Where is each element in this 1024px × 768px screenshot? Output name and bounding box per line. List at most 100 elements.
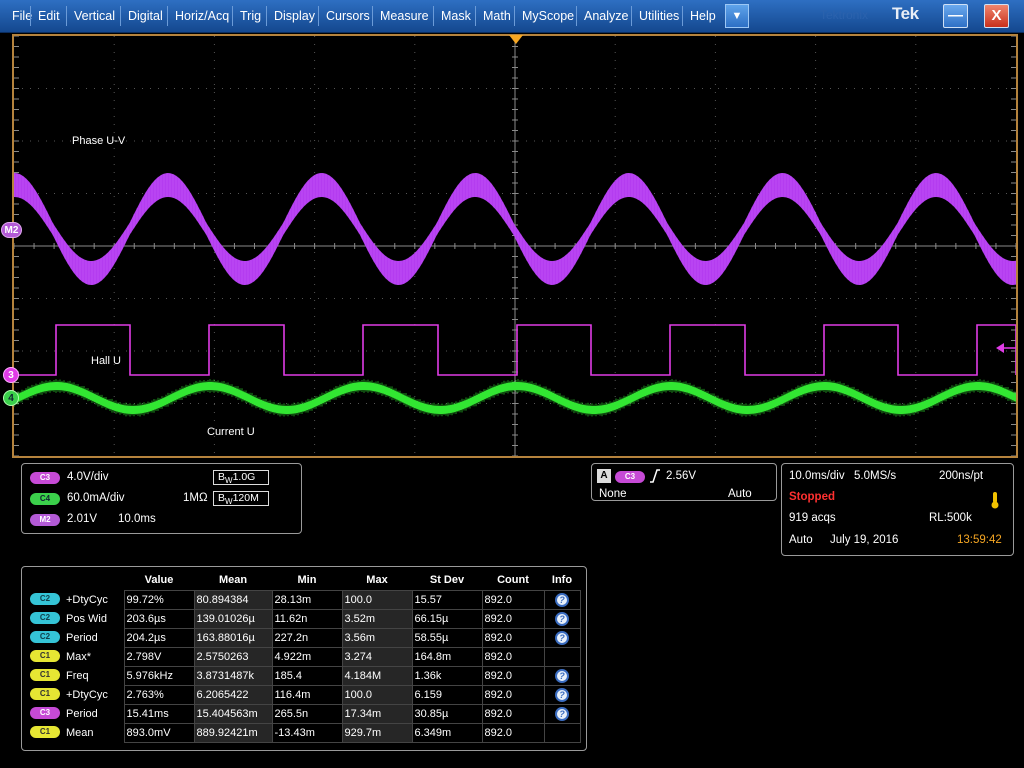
- m2-badge[interactable]: M2: [30, 514, 60, 526]
- menu-item-help[interactable]: Help: [684, 3, 722, 29]
- cell-max: 17.34m: [341, 703, 413, 724]
- cell-max: 929.7m: [341, 722, 413, 743]
- menu-separator: [372, 6, 373, 26]
- cell-count: 892.0: [481, 665, 545, 686]
- column-header-mean: Mean: [218, 574, 248, 587]
- time: 13:59:42: [957, 534, 1002, 546]
- cell-count: 892.0: [481, 722, 545, 743]
- measurement-row[interactable]: C2 +DtyCyc 99.72% 80.894384 28.13m 100.0 15.57…: [28, 589, 581, 610]
- cell-info: ?: [543, 703, 581, 724]
- info-icon[interactable]: ?: [555, 611, 569, 626]
- waveform-display[interactable]: [14, 36, 1016, 456]
- column-header-count: Count: [497, 574, 529, 587]
- cell-max: 3.274: [341, 646, 413, 667]
- menu-item-trig[interactable]: Trig: [234, 3, 267, 29]
- menu-item-horiz-acq[interactable]: Horiz/Acq: [169, 3, 235, 29]
- cell-mean: 15.404563m: [193, 703, 273, 724]
- measurement-row[interactable]: C2 Pos Wid 203.6µs 139.01026µ 11.62n 3.52m 66.…: [28, 608, 581, 629]
- minimize-button[interactable]: —: [943, 4, 968, 28]
- c3-ground-marker[interactable]: 3: [3, 367, 19, 383]
- badge-cell: C2: [28, 590, 64, 609]
- menu-separator: [433, 6, 434, 26]
- column-header-min: Min: [297, 574, 317, 587]
- menu-item-math[interactable]: Math: [477, 3, 517, 29]
- trigger-mode: Auto: [728, 488, 752, 500]
- cell-min: 11.62n: [271, 608, 343, 629]
- menu-item-measure[interactable]: Measure: [374, 3, 435, 29]
- measurement-row[interactable]: C1 +DtyCyc 2.763% 6.2065422 116.4m 100.0 6.159…: [28, 684, 581, 705]
- menu-item-digital[interactable]: Digital: [122, 3, 169, 29]
- acquisition-state[interactable]: Stopped: [789, 491, 835, 503]
- measurement-row[interactable]: C1 Max* 2.798V 2.5750263 4.922m 3.274 164.8m 89…: [28, 646, 581, 667]
- trigger-level-icon[interactable]: [996, 343, 1016, 353]
- header-spacer: [64, 571, 124, 590]
- menu-item-utilities[interactable]: Utilities: [633, 3, 685, 29]
- menu-item-vertical[interactable]: Vertical: [68, 3, 121, 29]
- menu-item-edit[interactable]: Edit: [32, 3, 66, 29]
- measurement-name: +DtyCyc: [66, 688, 108, 701]
- badge-cell: C1: [28, 723, 64, 742]
- cell-max: 3.56m: [341, 627, 413, 648]
- badge-cell: C3: [28, 704, 64, 723]
- c4-bw-value: 120M: [232, 492, 259, 504]
- measurement-table: Value Mean Min Max St Dev Count Info C2 +DtyCyc…: [28, 571, 581, 743]
- measurement-name: Freq: [66, 669, 89, 682]
- menu-dropdown-button[interactable]: ▼: [725, 4, 749, 28]
- menu-item-cursors[interactable]: Cursors: [320, 3, 376, 29]
- cell-mean: 163.88016µ: [193, 627, 273, 648]
- column-header-info: Info: [551, 574, 573, 587]
- c4-scale[interactable]: 60.0mA/div: [67, 492, 125, 504]
- info-icon[interactable]: ?: [555, 592, 569, 607]
- measurement-name: Period: [66, 631, 98, 644]
- info-icon[interactable]: ?: [555, 687, 569, 702]
- m2-ground-marker[interactable]: M2: [1, 222, 22, 238]
- info-icon[interactable]: ?: [555, 668, 569, 683]
- menu-item-analyze[interactable]: Analyze: [578, 3, 634, 29]
- info-icon[interactable]: ?: [555, 706, 569, 721]
- channel-badge: C2: [30, 593, 60, 605]
- menu-separator: [475, 6, 476, 26]
- trigger-position-icon[interactable]: [509, 35, 523, 45]
- close-button[interactable]: X: [984, 4, 1009, 28]
- measurement-row[interactable]: C3 Period 15.41ms 15.404563m 265.5n 17.34m 30.…: [28, 703, 581, 724]
- measurement-row[interactable]: C2 Period 204.2µs 163.88016µ 227.2n 3.56m 58.5…: [28, 627, 581, 648]
- trigger-level[interactable]: 2.56V: [666, 470, 696, 482]
- timebase[interactable]: 10.0ms/div: [789, 470, 845, 482]
- c4-badge[interactable]: C4: [30, 493, 60, 505]
- trigger-panel[interactable]: A C3 2.56V None Auto: [591, 463, 777, 501]
- cell-mean: 889.92421m: [193, 722, 273, 743]
- measurement-panel[interactable]: Value Mean Min Max St Dev Count Info C2 +DtyCyc…: [21, 566, 587, 751]
- label-hall-u: Hall U: [91, 355, 121, 367]
- rising-edge-icon: [650, 469, 660, 483]
- menu-item-myscope[interactable]: MyScope: [516, 3, 580, 29]
- info-icon[interactable]: ?: [555, 630, 569, 645]
- c4-ground-marker[interactable]: 4: [3, 390, 19, 406]
- measurement-name: Max*: [66, 650, 92, 663]
- acquisition-panel[interactable]: 10.0ms/div 5.0MS/s 200ns/pt Stopped 919 …: [781, 463, 1014, 556]
- vertical-settings-panel[interactable]: C3 4.0V/div BW1.0G C4 60.0mA/div 1MΩ BW1…: [21, 463, 302, 534]
- cell-stdev: 6.159: [411, 684, 483, 705]
- menu-separator: [631, 6, 632, 26]
- header-spacer: [28, 571, 64, 590]
- cell-info: [543, 722, 581, 743]
- cell-stdev: 1.36k: [411, 665, 483, 686]
- cell-mean: 3.8731487k: [193, 665, 273, 686]
- tek-logo: Tek: [892, 4, 919, 23]
- trigger-source-badge[interactable]: C3: [615, 471, 645, 483]
- menu-item-mask[interactable]: Mask: [435, 3, 477, 29]
- measurement-row[interactable]: C1 Mean 893.0mV 889.92421m -13.43m 929.7m 6.34…: [28, 722, 581, 743]
- cell-info: ?: [543, 665, 581, 686]
- cell-value: 893.0mV: [123, 722, 195, 743]
- m2-scale[interactable]: 2.01V: [67, 513, 97, 525]
- cell-count: 892.0: [481, 627, 545, 648]
- cell-min: 265.5n: [271, 703, 343, 724]
- measurement-row[interactable]: C1 Freq 5.976kHz 3.8731487k 185.4 4.184M 1.36k…: [28, 665, 581, 686]
- c3-badge[interactable]: C3: [30, 472, 60, 484]
- menu-separator: [232, 6, 233, 26]
- cell-value: 99.72%: [123, 589, 195, 610]
- menu-item-display[interactable]: Display: [268, 3, 321, 29]
- cell-value: 2.763%: [123, 684, 195, 705]
- c3-scale[interactable]: 4.0V/div: [67, 471, 109, 483]
- measurement-name: +DtyCyc: [66, 593, 108, 606]
- cell-stdev: 30.85µ: [411, 703, 483, 724]
